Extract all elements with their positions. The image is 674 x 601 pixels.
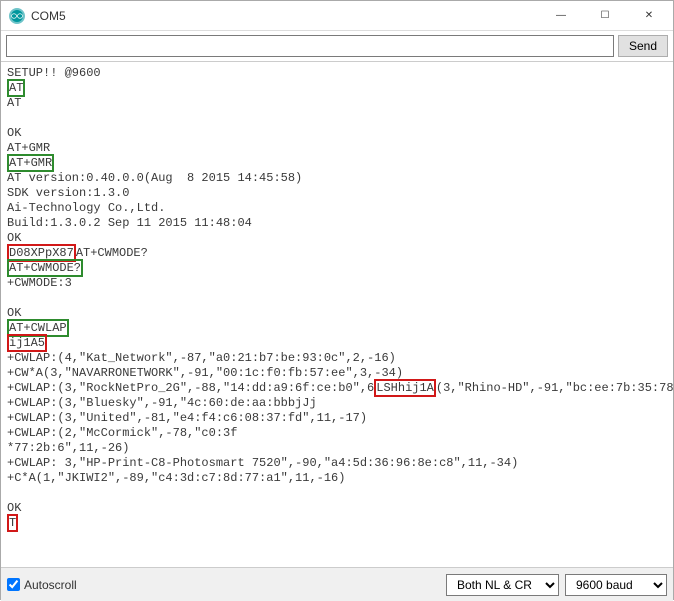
terminal-text: Ai-Technology Co.,Ltd. xyxy=(7,201,165,215)
terminal-line: Build:1.3.0.2 Sep 11 2015 11:48:04 xyxy=(7,216,667,231)
terminal-text: +CWLAP:(3,"United",-81,"e4:f4:c6:08:37:f… xyxy=(7,411,367,425)
close-button[interactable]: ✕ xyxy=(627,2,671,30)
terminal-line: +CWLAP:(3,"RockNetPro_2G",-88,"14:dd:a9:… xyxy=(7,381,667,396)
terminal-text: +CWLAP: 3,"HP-Print-C8-Photosmart 7520",… xyxy=(7,456,518,470)
bottom-bar: Autoscroll No line endingNewlineCarriage… xyxy=(1,567,673,601)
terminal-text: +C*A(1,"JKIWI2",-89,"c4:3d:c7:8d:77:a1",… xyxy=(7,471,345,485)
terminal-line: +CWLAP:(3,"United",-81,"e4:f4:c6:08:37:f… xyxy=(7,411,667,426)
terminal-line: AT+GMR xyxy=(7,141,667,156)
terminal-line: +CWLAP: 3,"HP-Print-C8-Photosmart 7520",… xyxy=(7,456,667,471)
terminal-text: +CWMODE:3 xyxy=(7,276,72,290)
highlighted-text: AT+CWMODE? xyxy=(7,259,83,277)
terminal-line: OK xyxy=(7,501,667,516)
terminal-text: SETUP!! @9600 xyxy=(7,66,101,80)
terminal-line: AT+GMR xyxy=(7,156,667,171)
autoscroll-toggle[interactable]: Autoscroll xyxy=(7,578,77,592)
terminal-line: OK xyxy=(7,306,667,321)
terminal-text: AT+GMR xyxy=(7,141,50,155)
autoscroll-checkbox[interactable] xyxy=(7,578,20,591)
terminal-line xyxy=(7,486,667,501)
terminal-line: ij1A5 xyxy=(7,336,667,351)
highlighted-text: LSHhij1A xyxy=(374,379,436,397)
terminal-line: AT+CWMODE? xyxy=(7,261,667,276)
terminal-line: +C*A(1,"JKIWI2",-89,"c4:3d:c7:8d:77:a1",… xyxy=(7,471,667,486)
terminal-line: +CWLAP:(4,"Kat_Network",-87,"a0:21:b7:be… xyxy=(7,351,667,366)
terminal-text: AT xyxy=(7,96,21,110)
terminal-line xyxy=(7,111,667,126)
terminal-line: OK xyxy=(7,126,667,141)
terminal-text: +CWLAP:(3,"RockNetPro_2G",-88,"14:dd:a9:… xyxy=(7,381,374,395)
terminal-line: D08XPpX87AT+CWMODE? xyxy=(7,246,667,261)
minimize-button[interactable]: — xyxy=(539,2,583,30)
highlighted-text: AT+GMR xyxy=(7,154,54,172)
terminal-line: OK xyxy=(7,231,667,246)
line-ending-select[interactable]: No line endingNewlineCarriage returnBoth… xyxy=(446,574,559,596)
terminal-line: +CWMODE:3 xyxy=(7,276,667,291)
terminal-text: OK xyxy=(7,306,21,320)
autoscroll-label: Autoscroll xyxy=(24,578,77,592)
terminal-line: T xyxy=(7,516,667,531)
terminal-line: AT+CWLAP xyxy=(7,321,667,336)
arduino-icon xyxy=(9,8,25,24)
terminal-text: +CWLAP:(3,"Bluesky",-91,"4c:60:de:aa:bbb… xyxy=(7,396,317,410)
terminal-line: *77:2b:6",11,-26) xyxy=(7,441,667,456)
terminal-text: +CWLAP:(2,"McCormick",-78,"c0:3f xyxy=(7,426,237,440)
terminal-text: +CWLAP:(4,"Kat_Network",-87,"a0:21:b7:be… xyxy=(7,351,396,365)
highlighted-text: AT xyxy=(7,79,25,97)
window-title: COM5 xyxy=(31,9,539,23)
terminal-text: (3,"Rhino-HD",-91,"bc:ee:7b:35:78:60",6,… xyxy=(436,381,673,395)
terminal-text: AT+CWMODE? xyxy=(76,246,148,260)
terminal-text: OK xyxy=(7,501,21,515)
terminal-line: +CWLAP:(3,"Bluesky",-91,"4c:60:de:aa:bbb… xyxy=(7,396,667,411)
terminal-text: AT version:0.40.0.0(Aug 8 2015 14:45:58) xyxy=(7,171,302,185)
terminal-line: AT xyxy=(7,81,667,96)
command-input[interactable] xyxy=(6,35,614,57)
terminal-text: +CW*A(3,"NAVARRONETWORK",-91,"00:1c:f0:f… xyxy=(7,366,403,380)
terminal-line: AT version:0.40.0.0(Aug 8 2015 14:45:58) xyxy=(7,171,667,186)
baud-select[interactable]: 300 baud1200 baud2400 baud4800 baud9600 … xyxy=(565,574,667,596)
terminal-text: Build:1.3.0.2 Sep 11 2015 11:48:04 xyxy=(7,216,252,230)
terminal-text: OK xyxy=(7,126,21,140)
maximize-button[interactable]: ☐ xyxy=(583,2,627,30)
terminal-text: SDK version:1.3.0 xyxy=(7,186,129,200)
terminal-line: Ai-Technology Co.,Ltd. xyxy=(7,201,667,216)
input-bar: Send xyxy=(1,31,673,62)
terminal-line: +CW*A(3,"NAVARRONETWORK",-91,"00:1c:f0:f… xyxy=(7,366,667,381)
titlebar: COM5 — ☐ ✕ xyxy=(1,1,673,31)
terminal-line: SETUP!! @9600 xyxy=(7,66,667,81)
terminal-text: *77:2b:6",11,-26) xyxy=(7,441,129,455)
terminal-line: +CWLAP:(2,"McCormick",-78,"c0:3f xyxy=(7,426,667,441)
window-controls: — ☐ ✕ xyxy=(539,2,671,30)
terminal-text: OK xyxy=(7,231,21,245)
terminal-line: SDK version:1.3.0 xyxy=(7,186,667,201)
terminal-line xyxy=(7,291,667,306)
serial-output[interactable]: SETUP!! @9600ATAT OKAT+GMRAT+GMRAT versi… xyxy=(1,62,673,567)
send-button[interactable]: Send xyxy=(618,35,668,57)
highlighted-text: ij1A5 xyxy=(7,334,47,352)
highlighted-text: T xyxy=(7,514,18,532)
terminal-line: AT xyxy=(7,96,667,111)
